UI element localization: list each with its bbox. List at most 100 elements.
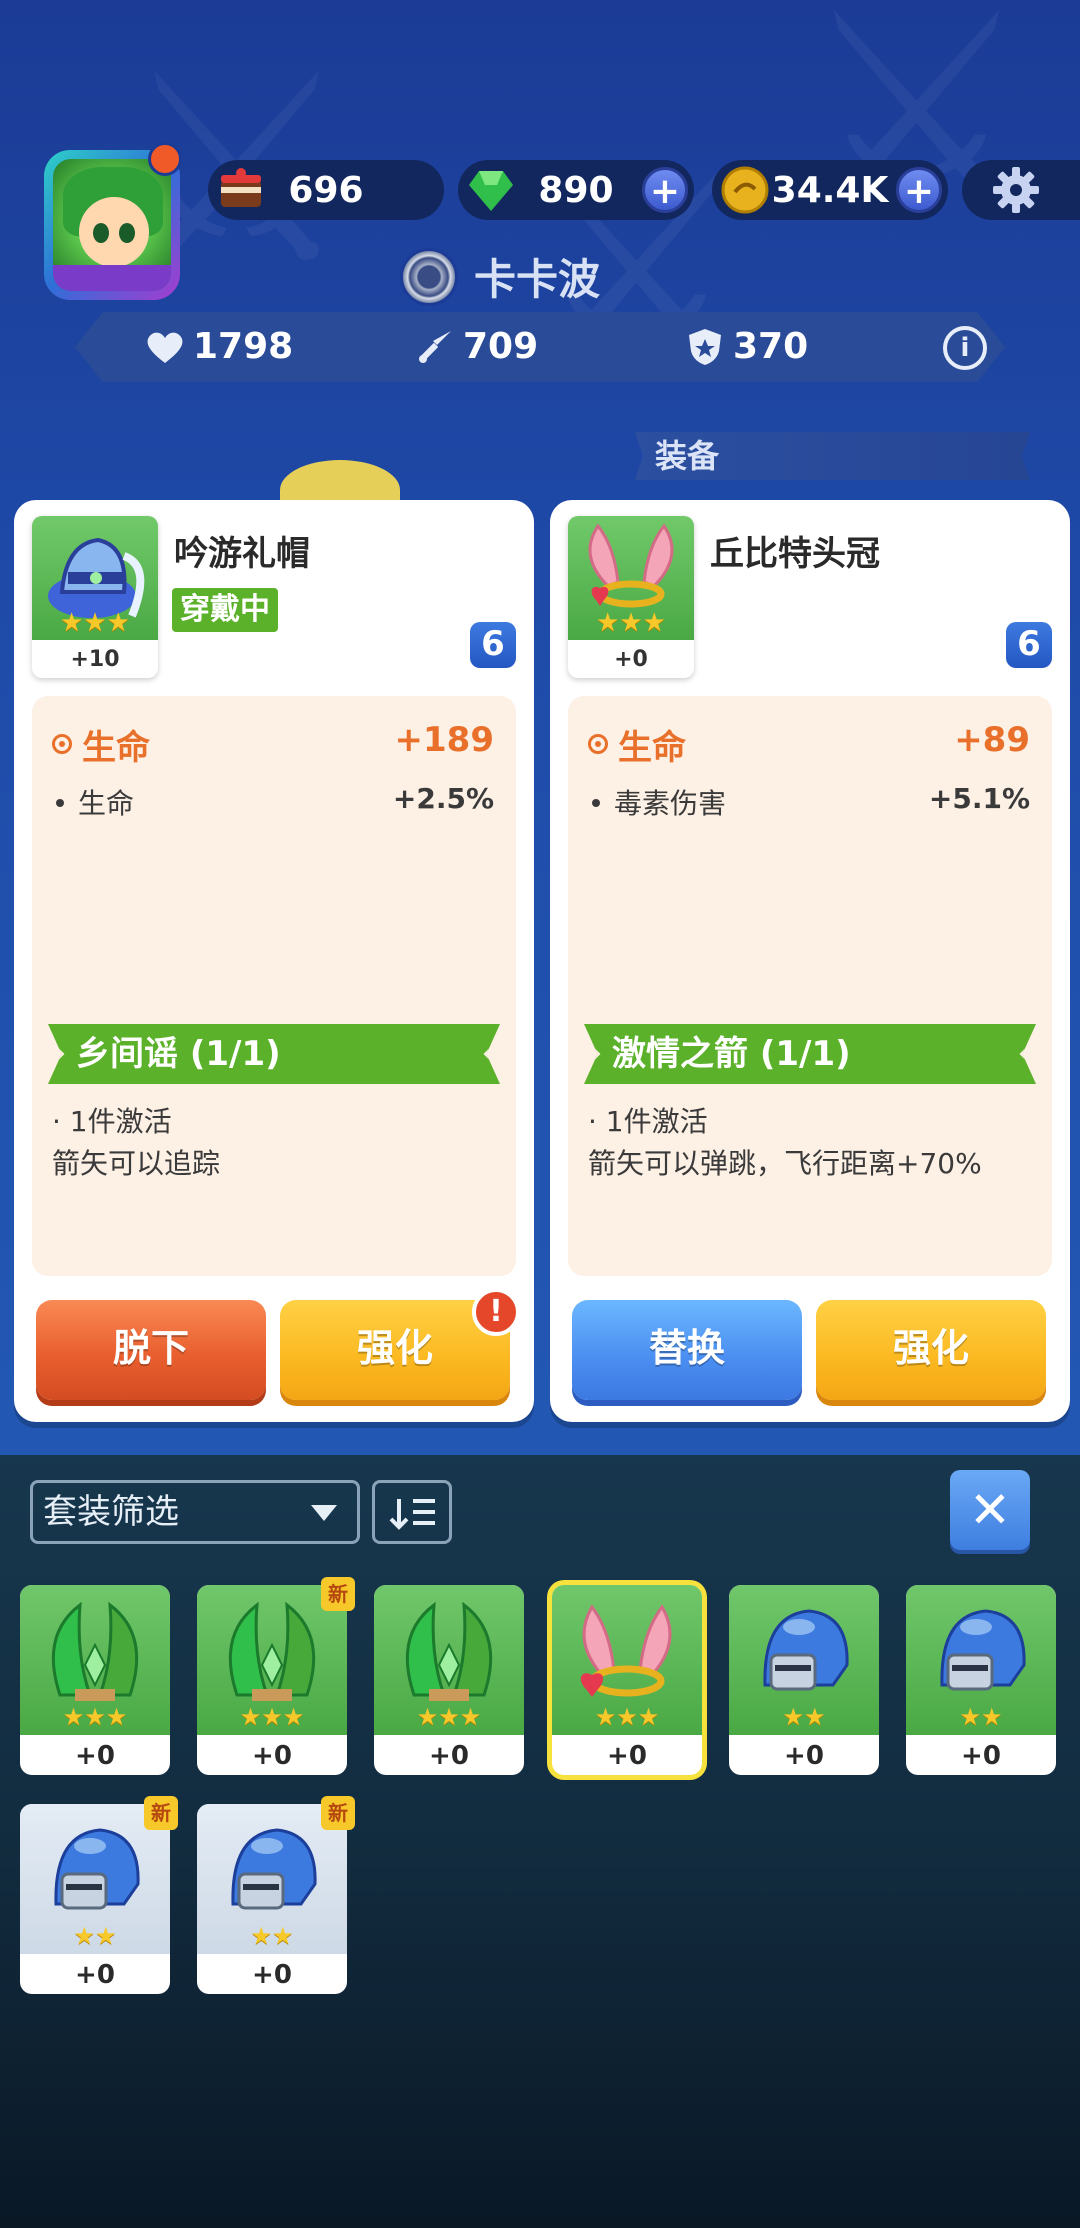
- sub-stat-label: 生命: [78, 787, 135, 820]
- item-stars: ★★: [250, 1922, 294, 1950]
- main-stat-label: 生命: [82, 728, 150, 768]
- sword-icon: [415, 327, 455, 367]
- compare-stats-panel: 生命 +89 毒素伤害 +5.1% 激情之箭 (1/1) · 1件激活 箭矢可以…: [568, 696, 1052, 1276]
- cake-count: 696: [288, 169, 364, 211]
- bullet-dot-icon: [592, 799, 600, 807]
- diamond-icon: [48, 1045, 65, 1063]
- set-description: 箭矢可以弹跳，飞行距离+70%: [588, 1147, 982, 1180]
- sub-stat-label: 毒素伤害: [614, 787, 727, 820]
- inventory-item[interactable]: ★★ +0: [729, 1585, 879, 1775]
- avatar-collar: [53, 265, 171, 291]
- inventory-item[interactable]: ★★★ +0: [552, 1585, 702, 1775]
- inventory-item[interactable]: ★★ +0: [906, 1585, 1056, 1775]
- spiral-rank-icon: [400, 247, 458, 306]
- item-level: +0: [614, 647, 648, 672]
- sort-icon: [389, 1499, 435, 1530]
- sub-stat-row: 毒素伤害 +5.1%: [590, 782, 1030, 822]
- add-gems-button[interactable]: +: [642, 167, 688, 213]
- set-bonus-banner: 乡间谣 (1/1): [48, 1024, 500, 1084]
- gear-icon: [990, 164, 1042, 216]
- lock-icon[interactable]: 6: [470, 622, 516, 668]
- sub-stat-value: +5.1%: [928, 782, 1030, 815]
- diamond-icon: [1019, 1045, 1036, 1063]
- player-name: 卡卡波: [474, 255, 601, 304]
- hp-stat: 1798: [145, 326, 293, 367]
- equipped-stats-panel: 生命 +189 生命 +2.5% 乡间谣 (1/1) · 1件激活 箭矢可以追踪: [32, 696, 516, 1276]
- set-filter-label: 套装筛选: [43, 1492, 179, 1532]
- avatar-face: [79, 197, 149, 267]
- inventory-item[interactable]: ★★ +0: [197, 1804, 347, 1994]
- avatar-eye: [93, 223, 109, 243]
- alert-badge: !: [472, 1288, 520, 1336]
- replace-button[interactable]: 替换: [572, 1300, 802, 1400]
- item-stars: ★★★: [60, 608, 130, 638]
- set-filter-dropdown[interactable]: 套装筛选: [30, 1480, 360, 1544]
- set-activate-text: · 1件激活: [588, 1105, 708, 1138]
- hp-value: 1798: [193, 326, 294, 367]
- item-stars: ★★: [782, 1703, 826, 1731]
- item-level: +0: [252, 1741, 292, 1771]
- item-stars: ★★★: [416, 1703, 482, 1731]
- set-name: 激情之箭 (1/1): [612, 1034, 851, 1074]
- info-icon[interactable]: i: [943, 326, 987, 370]
- main-stat-label: 生命: [618, 728, 686, 768]
- item-stars: ★★★: [239, 1703, 305, 1731]
- main-stat-row: 生命 +89: [588, 720, 1030, 768]
- sub-stat-value: +2.5%: [392, 782, 494, 815]
- set-name: 乡间谣 (1/1): [76, 1034, 281, 1074]
- add-coins-button[interactable]: +: [896, 167, 942, 213]
- sort-button[interactable]: [372, 1480, 452, 1544]
- lock-icon[interactable]: 6: [1006, 622, 1052, 668]
- cake-resource: 696: [208, 160, 444, 220]
- target-ring-icon: [52, 734, 72, 754]
- target-ring-icon: [588, 734, 608, 754]
- item-level: +10: [70, 647, 120, 672]
- sub-stat-row: 生命 +2.5%: [54, 782, 494, 822]
- inventory-item[interactable]: ★★★ +0: [20, 1585, 170, 1775]
- settings-button[interactable]: [962, 160, 1080, 220]
- item-stars: ★★★: [594, 1703, 660, 1731]
- item-stars: ★★: [73, 1922, 117, 1950]
- set-description: 箭矢可以追踪: [52, 1147, 221, 1180]
- item-level: +0: [75, 1741, 115, 1771]
- main-stat-value: +89: [954, 720, 1030, 760]
- new-badge: 新: [144, 1796, 178, 1830]
- unequip-button[interactable]: 脱下: [36, 1300, 266, 1400]
- shield-icon: [685, 327, 725, 367]
- inventory-item[interactable]: ★★ +0: [20, 1804, 170, 1994]
- close-button[interactable]: ✕: [950, 1470, 1030, 1550]
- avatar-notification-dot: [148, 142, 182, 176]
- new-badge: 新: [321, 1577, 355, 1611]
- avatar-eye: [119, 223, 135, 243]
- item-stars: ★★: [959, 1703, 1003, 1731]
- item-level: +0: [252, 1960, 292, 1990]
- defense-value: 370: [733, 326, 809, 367]
- player-stats-bar: 1798 709 370 i: [75, 312, 1005, 382]
- item-level: +0: [429, 1741, 469, 1771]
- background-sword-decoration: ⚔: [800, 0, 1034, 262]
- item-level: +0: [75, 1960, 115, 1990]
- heart-icon: [145, 327, 185, 367]
- item-level: +0: [784, 1741, 824, 1771]
- main-stat-row: 生命 +189: [52, 720, 494, 768]
- player-name-row: 卡卡波: [400, 246, 600, 307]
- defense-stat: 370: [685, 326, 808, 367]
- compare-item-thumbnail[interactable]: ★★★ +0: [568, 516, 694, 678]
- inventory-item[interactable]: ★★★ +0: [374, 1585, 524, 1775]
- attack-stat: 709: [415, 326, 538, 367]
- set-bonus-banner: 激情之箭 (1/1): [584, 1024, 1036, 1084]
- new-badge: 新: [321, 1796, 355, 1830]
- equipped-item-card: ★★★ +10 吟游礼帽 穿戴中 6 生命 +189 生命 +2.5% 乡间谣 …: [14, 500, 534, 1422]
- diamond-icon: [584, 1045, 601, 1063]
- inventory-item[interactable]: ★★★ +0: [197, 1585, 347, 1775]
- diamond-icon: [483, 1045, 500, 1063]
- enhance-button[interactable]: 强化: [816, 1300, 1046, 1400]
- equipment-section-title: 装备: [635, 432, 1030, 480]
- equipped-item-name: 吟游礼帽: [174, 534, 310, 574]
- caret-down-icon: [311, 1505, 337, 1521]
- item-level: +0: [961, 1741, 1001, 1771]
- item-stars: ★★★: [62, 1703, 128, 1731]
- coin-resource: 34.4K +: [712, 160, 948, 220]
- attack-value: 709: [463, 326, 539, 367]
- equipped-item-thumbnail[interactable]: ★★★ +10: [32, 516, 158, 678]
